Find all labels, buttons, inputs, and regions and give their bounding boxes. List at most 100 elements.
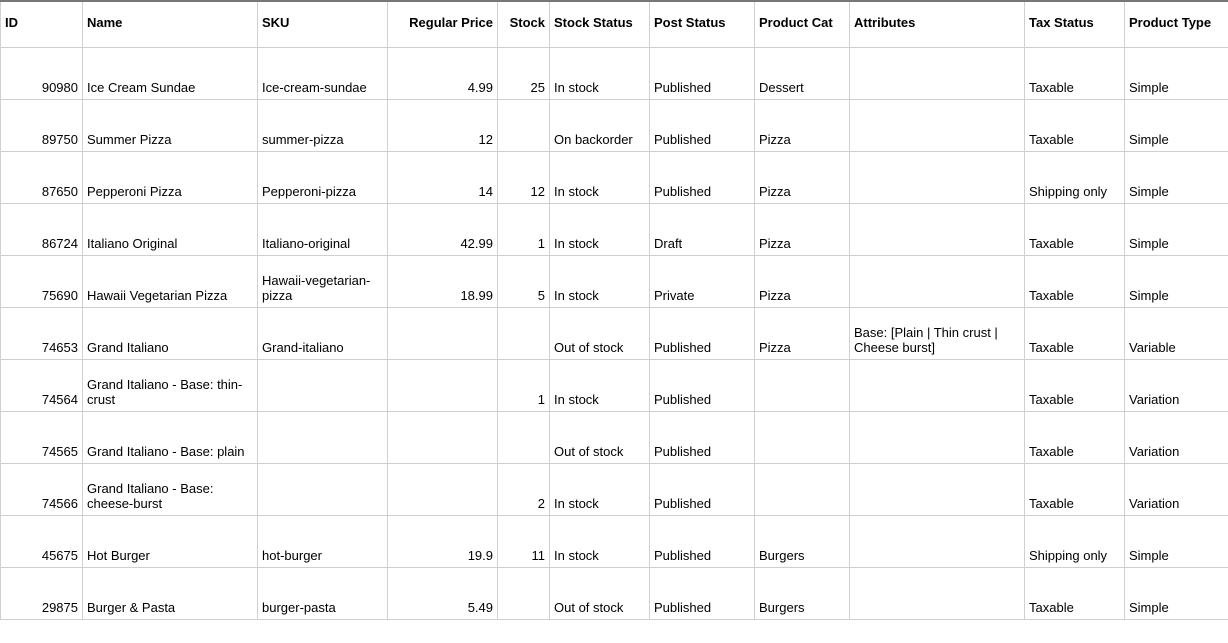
cell-post-status: Published (650, 463, 755, 515)
cell-name: Grand Italiano - Base: plain (83, 411, 258, 463)
cell-stock-status: In stock (550, 151, 650, 203)
cell-tax-status: Taxable (1025, 411, 1125, 463)
cell-product-cat (755, 463, 850, 515)
cell-product-type: Simple (1125, 99, 1228, 151)
table-row: 86724Italiano OriginalItaliano-original4… (1, 203, 1228, 255)
cell-tax-status: Taxable (1025, 463, 1125, 515)
cell-post-status: Published (650, 411, 755, 463)
table-row: 74566Grand Italiano - Base: cheese-burst… (1, 463, 1228, 515)
cell-stock: 2 (498, 463, 550, 515)
col-header-name: Name (83, 1, 258, 47)
cell-regular-price: 18.99 (388, 255, 498, 307)
cell-stock (498, 411, 550, 463)
cell-id: 74565 (1, 411, 83, 463)
cell-name: Pepperoni Pizza (83, 151, 258, 203)
cell-sku: burger-pasta (258, 567, 388, 619)
cell-post-status: Published (650, 151, 755, 203)
table-row: 74653Grand ItalianoGrand-italianoOut of … (1, 307, 1228, 359)
cell-stock: 1 (498, 359, 550, 411)
cell-id: 75690 (1, 255, 83, 307)
cell-stock: 5 (498, 255, 550, 307)
cell-product-type: Variation (1125, 359, 1228, 411)
cell-name: Summer Pizza (83, 99, 258, 151)
cell-tax-status: Taxable (1025, 203, 1125, 255)
cell-product-cat (755, 411, 850, 463)
cell-tax-status: Taxable (1025, 99, 1125, 151)
cell-product-cat: Pizza (755, 99, 850, 151)
cell-sku (258, 411, 388, 463)
col-header-product-cat: Product Cat (755, 1, 850, 47)
cell-sku: Grand-italiano (258, 307, 388, 359)
cell-stock-status: On backorder (550, 99, 650, 151)
cell-regular-price: 4.99 (388, 47, 498, 99)
cell-regular-price (388, 359, 498, 411)
cell-regular-price: 14 (388, 151, 498, 203)
cell-name: Grand Italiano - Base: thin-crust (83, 359, 258, 411)
cell-stock-status: In stock (550, 359, 650, 411)
cell-tax-status: Taxable (1025, 567, 1125, 619)
cell-attributes: Base: [Plain | Thin crust | Cheese burst… (850, 307, 1025, 359)
col-header-stock: Stock (498, 1, 550, 47)
cell-regular-price (388, 307, 498, 359)
cell-product-type: Simple (1125, 47, 1228, 99)
cell-stock: 11 (498, 515, 550, 567)
cell-post-status: Published (650, 567, 755, 619)
cell-sku (258, 359, 388, 411)
cell-name: Grand Italiano - Base: cheese-burst (83, 463, 258, 515)
cell-product-type: Variation (1125, 411, 1228, 463)
cell-attributes (850, 567, 1025, 619)
col-header-attributes: Attributes (850, 1, 1025, 47)
table-row: 74565Grand Italiano - Base: plain Out of … (1, 411, 1228, 463)
cell-post-status: Published (650, 515, 755, 567)
table-row: 87650Pepperoni PizzaPepperoni-pizza1412I… (1, 151, 1228, 203)
cell-product-cat: Dessert (755, 47, 850, 99)
cell-stock-status: In stock (550, 463, 650, 515)
cell-sku (258, 463, 388, 515)
table-row: 45675Hot Burgerhot-burger19.911In stockP… (1, 515, 1228, 567)
cell-attributes (850, 515, 1025, 567)
table-row: 75690Hawaii Vegetarian PizzaHawaii-veget… (1, 255, 1228, 307)
cell-stock (498, 99, 550, 151)
cell-tax-status: Shipping only (1025, 151, 1125, 203)
cell-attributes (850, 359, 1025, 411)
cell-attributes (850, 411, 1025, 463)
cell-attributes (850, 255, 1025, 307)
products-table: ID Name SKU Regular Price Stock Stock St… (0, 0, 1228, 620)
col-header-stock-status: Stock Status (550, 1, 650, 47)
cell-name: Ice Cream Sundae (83, 47, 258, 99)
cell-product-cat (755, 359, 850, 411)
col-header-tax-status: Tax Status (1025, 1, 1125, 47)
cell-tax-status: Taxable (1025, 47, 1125, 99)
cell-tax-status: Shipping only (1025, 515, 1125, 567)
cell-regular-price: 5.49 (388, 567, 498, 619)
cell-attributes (850, 47, 1025, 99)
cell-product-type: Simple (1125, 203, 1228, 255)
cell-stock: 1 (498, 203, 550, 255)
cell-stock-status: In stock (550, 203, 650, 255)
cell-product-type: Simple (1125, 151, 1228, 203)
cell-attributes (850, 151, 1025, 203)
cell-regular-price (388, 463, 498, 515)
cell-stock-status: Out of stock (550, 307, 650, 359)
table-row: 74564Grand Italiano - Base: thin-crust 1I… (1, 359, 1228, 411)
cell-id: 86724 (1, 203, 83, 255)
cell-tax-status: Taxable (1025, 359, 1125, 411)
cell-regular-price: 42.99 (388, 203, 498, 255)
cell-id: 74566 (1, 463, 83, 515)
cell-post-status: Draft (650, 203, 755, 255)
cell-product-type: Simple (1125, 515, 1228, 567)
cell-stock-status: In stock (550, 515, 650, 567)
table-row: 89750Summer Pizzasummer-pizza12On backor… (1, 99, 1228, 151)
cell-post-status: Published (650, 359, 755, 411)
cell-sku: Italiano-original (258, 203, 388, 255)
cell-id: 74564 (1, 359, 83, 411)
cell-stock-status: Out of stock (550, 411, 650, 463)
col-header-id: ID (1, 1, 83, 47)
cell-stock (498, 307, 550, 359)
cell-name: Italiano Original (83, 203, 258, 255)
cell-stock: 12 (498, 151, 550, 203)
cell-sku: Pepperoni-pizza (258, 151, 388, 203)
cell-name: Burger & Pasta (83, 567, 258, 619)
cell-product-cat: Burgers (755, 567, 850, 619)
cell-product-cat: Pizza (755, 307, 850, 359)
